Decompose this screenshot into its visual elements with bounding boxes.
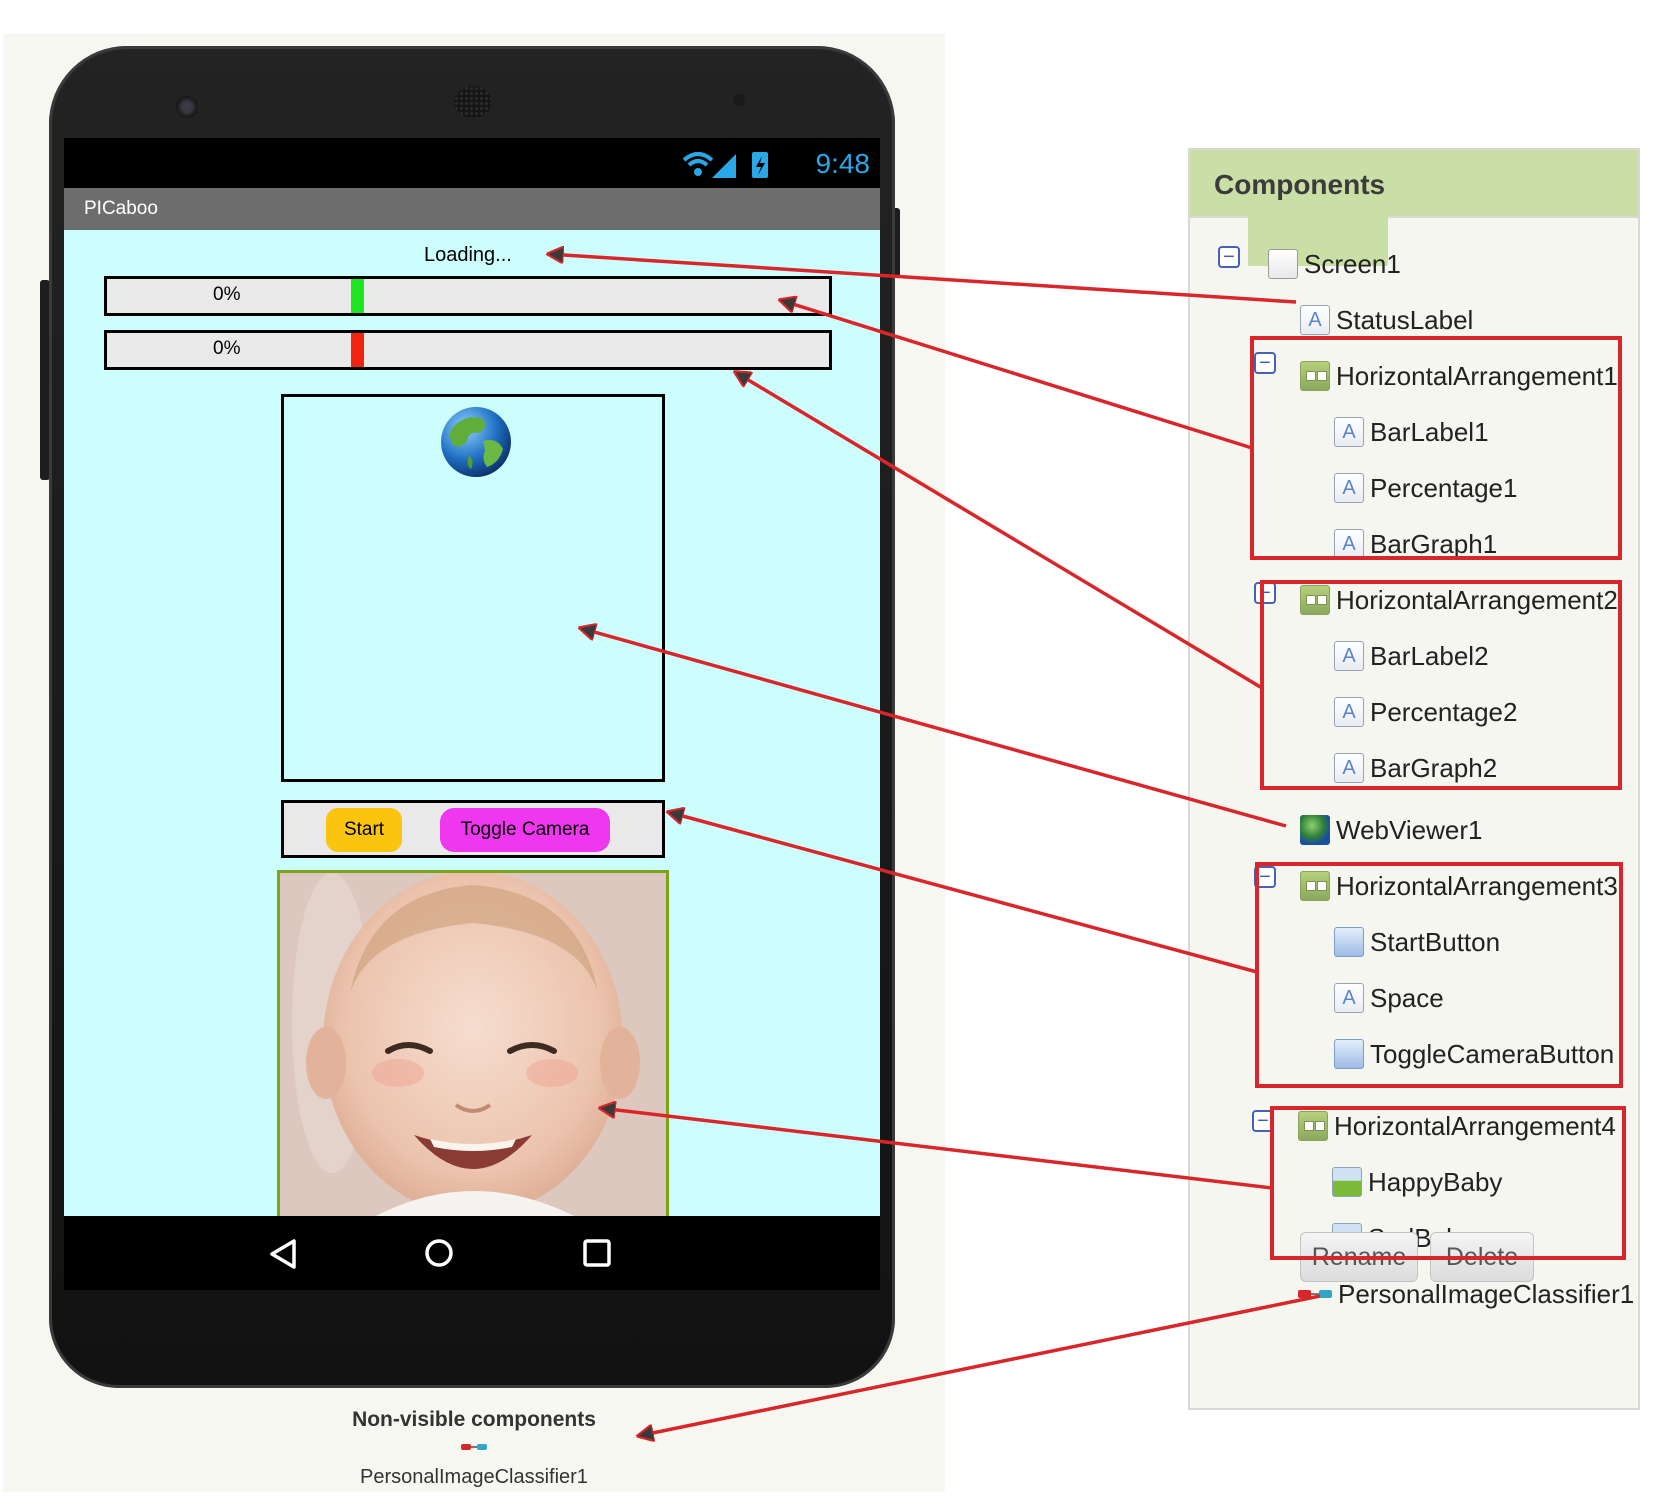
webviewer-icon [1300, 815, 1330, 846]
tree-item-statuslabel[interactable]: A StatusLabel [1300, 302, 1473, 336]
label-icon: A [1334, 641, 1364, 672]
tree-item-horizontalarrangement4[interactable]: HorizontalArrangement4 [1298, 1108, 1616, 1142]
collapse-horizontal-arrangement1-icon[interactable]: − [1254, 352, 1276, 374]
android-nav-bar [64, 1216, 880, 1290]
status-time: 9:48 [815, 148, 871, 179]
tree-item-happybaby[interactable]: HappyBaby [1332, 1164, 1502, 1198]
webviewer-1[interactable] [281, 394, 665, 782]
proximity-sensor [733, 94, 745, 106]
classifier-icon [1298, 1290, 1332, 1299]
components-panel: Components − − − − − Screen1 A StatusLabe… [1188, 148, 1640, 1410]
start-button[interactable]: Start [326, 808, 402, 852]
tree-item-horizontalarrangement1[interactable]: HorizontalArrangement1 [1300, 358, 1618, 392]
rename-button[interactable]: Rename [1300, 1232, 1418, 1282]
tree-item-space[interactable]: A Space [1334, 980, 1444, 1014]
tree-item-barlabel2[interactable]: A BarLabel2 [1334, 638, 1489, 672]
label-icon: A [1334, 753, 1364, 784]
percentage-1: 0% [213, 284, 241, 305]
tree-item-bargraph2[interactable]: A BarGraph2 [1334, 750, 1497, 784]
globe-icon [441, 407, 511, 477]
phone-screen: 9:48 PICaboo Loading... 0% 0% Start Togg… [64, 138, 880, 1290]
label-icon: A [1334, 529, 1364, 560]
horizontal-arrangement-icon [1300, 585, 1330, 616]
horizontal-arrangement-icon [1300, 871, 1330, 902]
classifier-icon [461, 1444, 487, 1450]
components-title: Components [1214, 169, 1386, 200]
horizontal-arrangement-3: Start Toggle Camera [281, 800, 665, 858]
tree-item-barlabel1[interactable]: A BarLabel1 [1334, 414, 1489, 448]
app-screen: Loading... 0% 0% Start Toggle Camera [64, 230, 880, 1216]
tree-item-horizontalarrangement3[interactable]: HorizontalArrangement3 [1300, 868, 1618, 902]
delete-button[interactable]: Delete [1430, 1232, 1534, 1282]
tree-item-percentage1[interactable]: A Percentage1 [1334, 470, 1517, 504]
collapse-horizontal-arrangement2-icon[interactable]: − [1254, 582, 1276, 604]
app-title: PICaboo [84, 198, 158, 219]
non-visible-components-title: Non-visible components [352, 1408, 596, 1431]
button-icon [1334, 1039, 1364, 1070]
signal-battery-icons [682, 152, 768, 178]
percentage-2: 0% [213, 338, 241, 359]
baby-photo [280, 873, 666, 1216]
tree-item-screen1[interactable]: Screen1 [1268, 246, 1401, 280]
android-status-bar: 9:48 [64, 138, 880, 188]
app-title-bar: PICaboo [64, 188, 880, 230]
recents-icon[interactable] [582, 1238, 612, 1268]
label-icon: A [1334, 473, 1364, 504]
home-icon[interactable] [424, 1238, 454, 1268]
collapse-screen1-icon[interactable]: − [1218, 246, 1240, 268]
non-visible-component-name: PersonalImageClassifier1 [360, 1466, 588, 1488]
label-icon: A [1334, 983, 1364, 1014]
screen-icon [1268, 249, 1298, 280]
bar-graph-1 [351, 279, 364, 313]
horizontal-arrangement-icon [1300, 361, 1330, 392]
tree-item-bargraph1[interactable]: A BarGraph1 [1334, 526, 1497, 560]
back-icon[interactable] [268, 1238, 298, 1270]
front-camera-icon [176, 96, 198, 118]
tree-item-webviewer1[interactable]: WebViewer1 [1300, 812, 1482, 846]
image-icon [1332, 1167, 1362, 1198]
tree-item-horizontalarrangement2[interactable]: HorizontalArrangement2 [1300, 582, 1618, 616]
toggle-camera-button[interactable]: Toggle Camera [440, 808, 610, 852]
label-icon: A [1300, 305, 1330, 336]
horizontal-arrangement-icon [1298, 1111, 1328, 1142]
components-panel-header: Components [1190, 150, 1638, 218]
label-icon: A [1334, 697, 1364, 728]
horizontal-arrangement-2: 0% [104, 330, 832, 370]
collapse-horizontal-arrangement4-icon[interactable]: − [1252, 1110, 1274, 1132]
tree-item-startbutton[interactable]: StartButton [1334, 924, 1500, 958]
collapse-horizontal-arrangement3-icon[interactable]: − [1254, 866, 1276, 888]
status-label: Loading... [424, 244, 512, 266]
happy-baby-image [277, 870, 669, 1216]
tree-item-percentage2[interactable]: A Percentage2 [1334, 694, 1517, 728]
bar-graph-2 [351, 333, 364, 367]
tree-item-togglecamerabutton[interactable]: ToggleCameraButton [1334, 1036, 1614, 1070]
speaker-grille [454, 86, 492, 118]
button-icon [1334, 927, 1364, 958]
horizontal-arrangement-1: 0% [104, 276, 832, 316]
label-icon: A [1334, 417, 1364, 448]
